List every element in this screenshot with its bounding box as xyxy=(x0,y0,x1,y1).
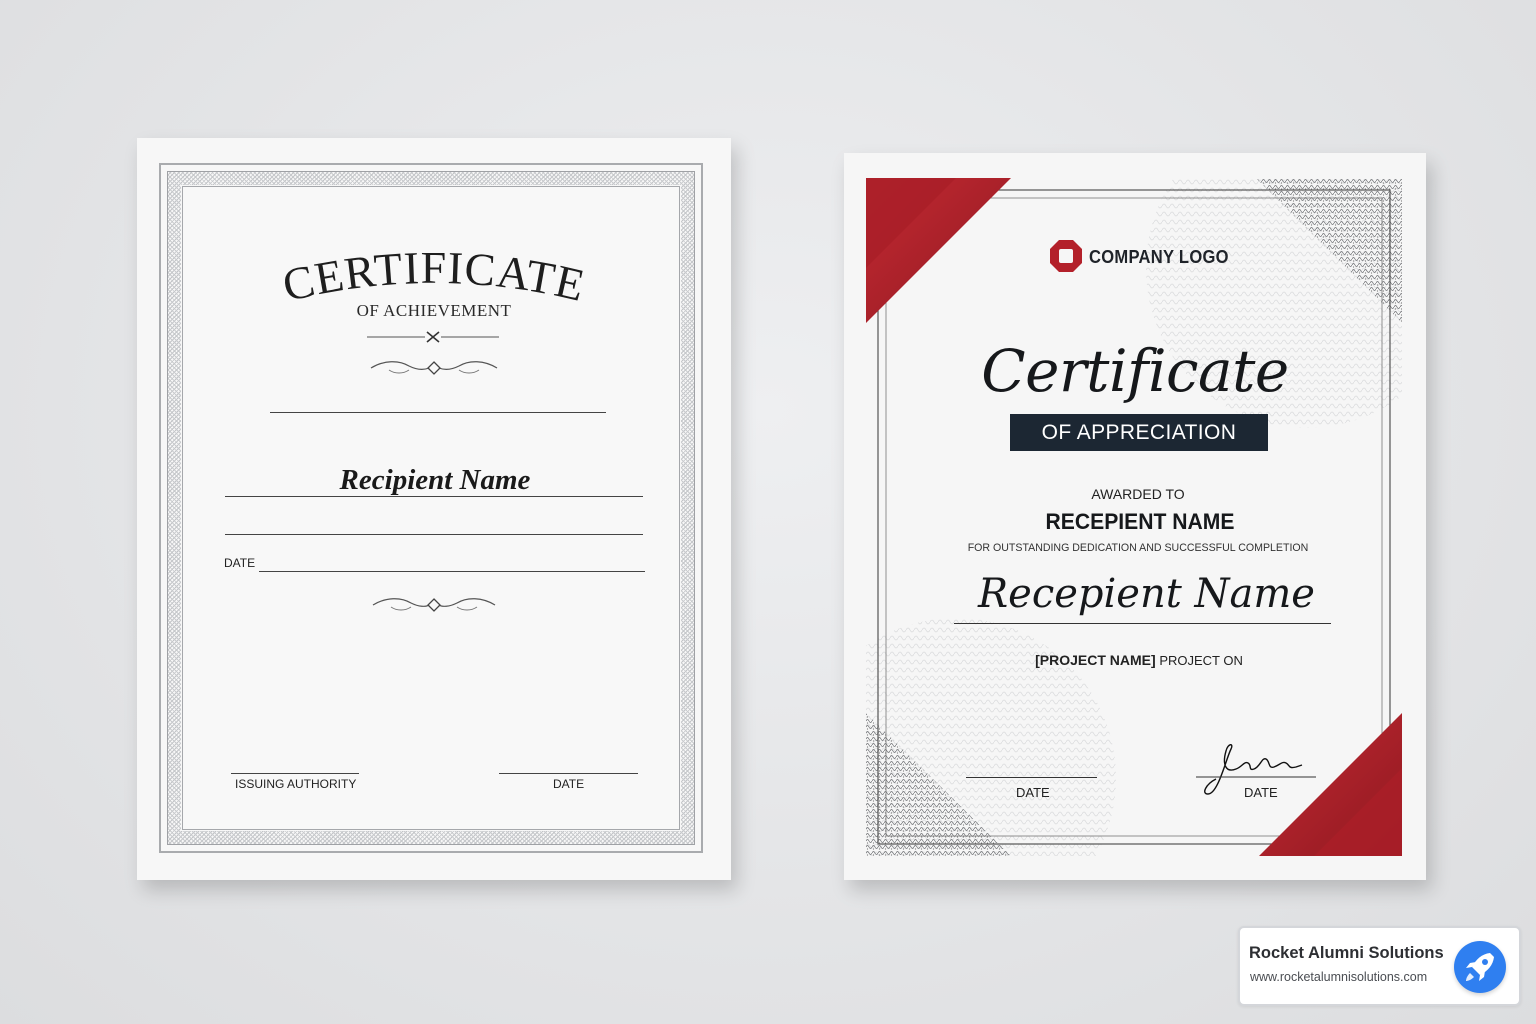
project-name: [PROJECT NAME] xyxy=(1035,652,1156,668)
brand-url[interactable]: www.rocketalumnisolutions.com xyxy=(1250,970,1427,984)
divider-ornament xyxy=(367,331,499,343)
date-label: DATE xyxy=(1244,785,1278,800)
signature-line xyxy=(499,773,638,774)
title-line xyxy=(270,412,606,413)
certificate-of-appreciation: COMPANY LOGO Certificate OF APPRECIATION… xyxy=(844,153,1426,880)
recipient-line xyxy=(225,496,643,497)
certificate-of-achievement: CERTIFICATE OF ACHIEVEMENT Recipient Nam… xyxy=(137,138,731,880)
certificate-subtitle: OF APPRECIATION xyxy=(1041,421,1237,444)
date-label: DATE xyxy=(224,556,256,570)
subtitle-band: OF APPRECIATION xyxy=(1010,414,1268,451)
brand-badge[interactable]: Rocket Alumni Solutions www.rocketalumni… xyxy=(1238,926,1521,1006)
recipient-name-script: Recepient Name xyxy=(978,571,1315,617)
signature-line xyxy=(231,773,359,774)
certificate-subtitle: OF ACHIEVEMENT xyxy=(356,301,512,320)
recipient-name-caps: RECEPIENT NAME xyxy=(1045,509,1235,534)
issuing-authority-label: ISSUING AUTHORITY xyxy=(235,777,357,791)
rocket-icon xyxy=(1454,941,1506,993)
flourish-ornament xyxy=(370,361,498,375)
blank-line xyxy=(225,534,643,535)
project-line: [PROJECT NAME] PROJECT ON xyxy=(844,652,1426,668)
award-description: FOR OUTSTANDING DEDICATION AND SUCCESSFU… xyxy=(967,542,1309,554)
company-logo-icon xyxy=(1050,240,1082,272)
date-label: DATE xyxy=(1016,785,1050,800)
signature-line xyxy=(966,777,1097,778)
company-logo-text: COMPANY LOGO xyxy=(1089,247,1229,267)
recipient-line xyxy=(954,623,1331,624)
date-label: DATE xyxy=(553,777,585,791)
certificate-title: Certificate xyxy=(981,337,1289,405)
date-line xyxy=(259,571,645,572)
awarded-to-label: AWARDED TO xyxy=(1091,486,1185,502)
recipient-name: Recipient Name xyxy=(339,464,531,496)
brand-name: Rocket Alumni Solutions xyxy=(1249,944,1444,962)
flourish-ornament xyxy=(372,598,496,612)
project-suffix: PROJECT ON xyxy=(1159,653,1243,668)
